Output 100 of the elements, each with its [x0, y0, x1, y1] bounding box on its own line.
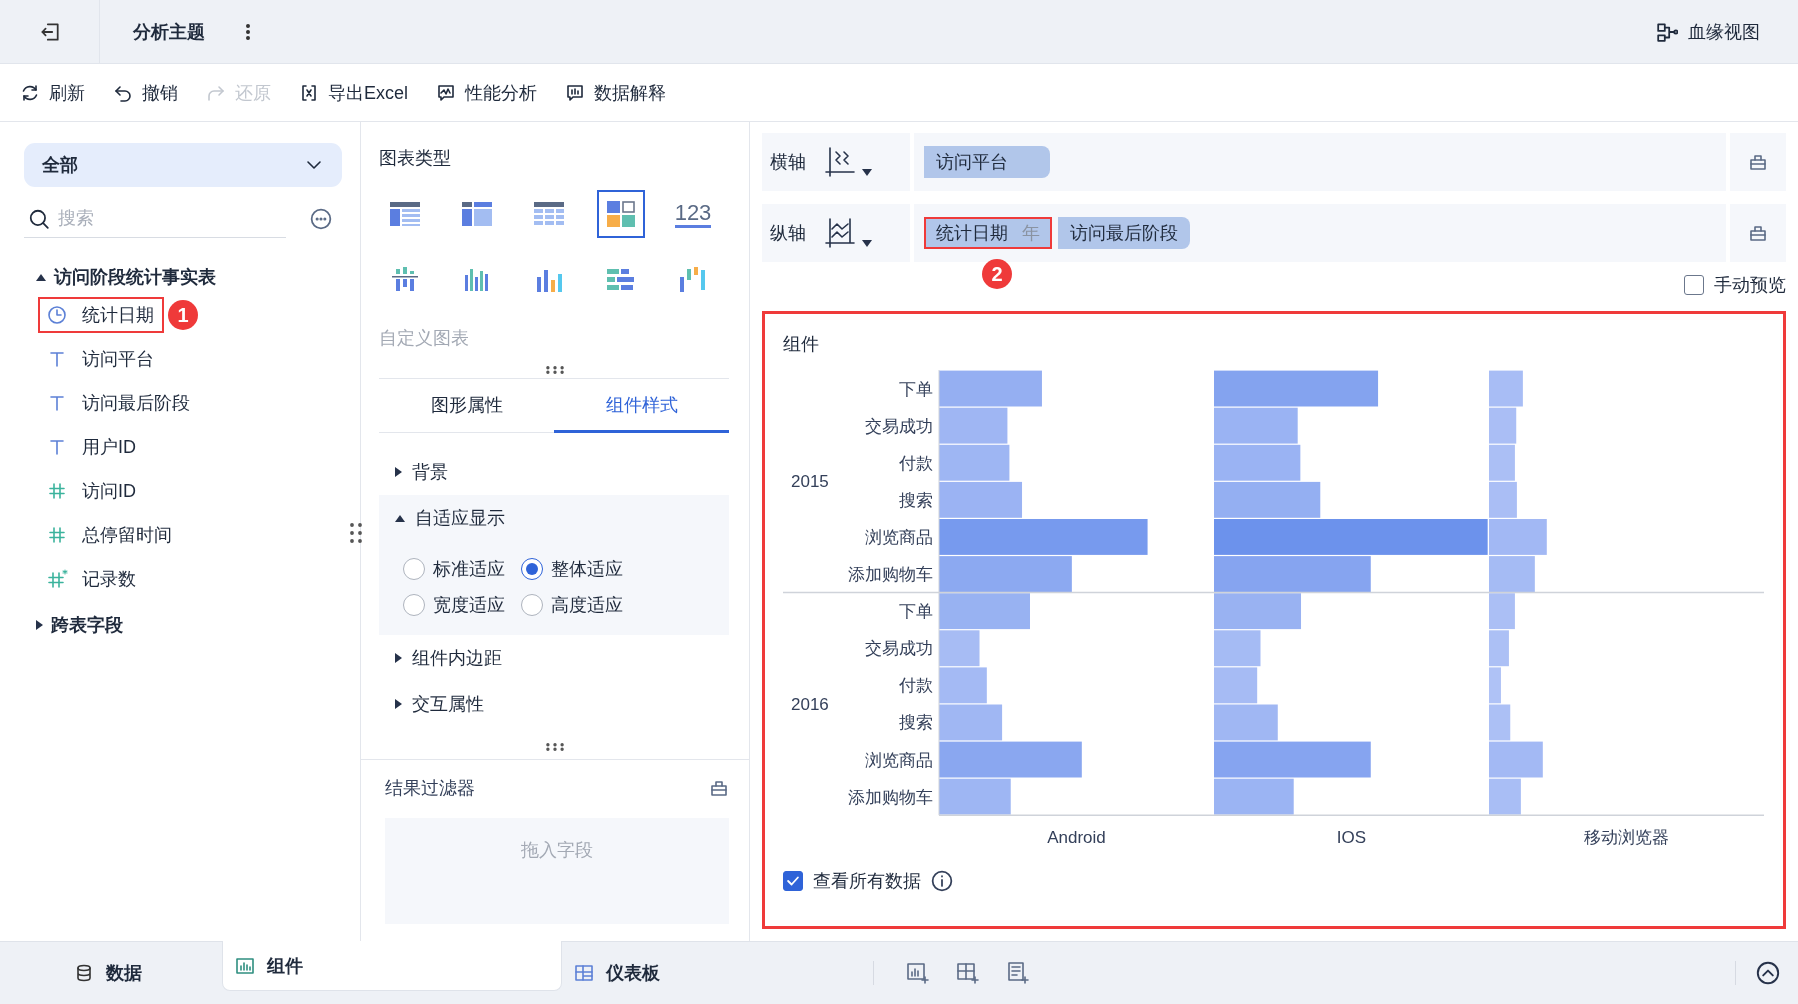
field-item[interactable]: 访问平台 [38, 341, 164, 377]
stage-label: 浏览商品 [865, 750, 933, 770]
toolbar-button[interactable]: 撤销 [113, 80, 178, 105]
stage-label: 交易成功 [865, 416, 933, 436]
toolbar-button[interactable]: 导出Excel [299, 80, 408, 105]
search-icon [28, 208, 50, 230]
bar-chart-icon [565, 82, 585, 103]
dashboard-icon [574, 963, 594, 983]
toolbox-button[interactable] [1730, 204, 1786, 262]
scope-dropdown[interactable]: 全部 [24, 143, 342, 187]
radio-option[interactable]: 宽度适应 [403, 593, 521, 617]
toolbar-button[interactable]: 数据解释 [565, 80, 666, 105]
field-item[interactable]: 总停留时间 [38, 517, 182, 553]
info-icon [931, 870, 953, 892]
bar [1489, 370, 1523, 407]
section-title: 图表类型 [378, 147, 452, 170]
text-type-icon [47, 437, 67, 457]
more-button[interactable] [310, 208, 332, 230]
chart-monitor-icon [436, 82, 456, 103]
radio-button[interactable] [403, 594, 425, 616]
toolbox-button[interactable] [1730, 133, 1786, 191]
platform-label: Android [1047, 828, 1106, 848]
radio-option[interactable]: 标准适应 [403, 557, 521, 581]
stage-label: 添加购物车 [848, 565, 933, 585]
radio-button[interactable] [403, 558, 425, 580]
stage-label: 交易成功 [865, 639, 933, 659]
bar-chart-icon [235, 955, 255, 976]
hash-icon [47, 481, 67, 501]
radio-button[interactable] [521, 594, 543, 616]
chevron-up-icon [1756, 961, 1780, 985]
add-dashboard-button[interactable] [956, 961, 980, 985]
tab[interactable]: 组件样式 [554, 379, 729, 433]
field-pill[interactable]: 访问最后阶段 [1058, 217, 1190, 249]
hash-star-icon [46, 569, 68, 589]
collapse-button[interactable] [1756, 961, 1780, 985]
spreadsheet-icon [299, 82, 319, 103]
more-icon [310, 208, 332, 230]
view-all-checkbox[interactable]: 查看所有数据 [783, 869, 921, 893]
bar [939, 444, 1010, 481]
table-name: 跨表字段 [51, 614, 123, 637]
radio-option[interactable]: 高度适应 [521, 593, 639, 617]
caret-icon[interactable] [36, 273, 46, 281]
field-pill[interactable]: 访问平台 [924, 146, 1050, 178]
stage-label: 添加购物车 [848, 787, 933, 807]
add-list-icon [1006, 961, 1030, 985]
bar [1489, 444, 1515, 481]
page-title: 分析主题 [133, 20, 205, 44]
toolbar-button[interactable]: 性能分析 [436, 80, 537, 105]
platform-label: IOS [1336, 828, 1367, 848]
field-item[interactable]: 访问ID [38, 473, 146, 509]
lineage-icon [1656, 20, 1678, 43]
radio-button[interactable] [521, 558, 543, 580]
table-name: 访问阶段统计事实表 [54, 266, 216, 289]
refresh-icon [20, 82, 40, 103]
axis-type-button[interactable] [824, 217, 872, 249]
toolbox-icon [1748, 223, 1768, 243]
step-badge: 1 [168, 300, 198, 330]
stage-label: 付款 [899, 676, 933, 696]
table-icon [388, 199, 422, 229]
bottom-tab[interactable]: 组件 [222, 941, 562, 991]
axis-icon [824, 217, 856, 249]
toolbar-button[interactable]: 刷新 [20, 80, 85, 105]
toolbox-icon [1748, 152, 1768, 172]
chart-type-button[interactable] [597, 190, 645, 238]
check-icon [786, 874, 800, 888]
axis-label: 横轴 [770, 151, 806, 174]
chart-type-button[interactable]: 123 [669, 190, 717, 238]
field-pill[interactable]: 统计日期 年 [924, 217, 1052, 249]
custom-chart-label: 自定义图表 [379, 327, 470, 350]
section-header[interactable]: 交互属性 [379, 681, 729, 727]
section-header[interactable]: 背景 [379, 449, 729, 495]
toolbox-icon [709, 778, 729, 798]
field-item[interactable]: 记录数 [38, 561, 146, 597]
add-widget-button[interactable] [906, 961, 930, 985]
bottom-tab[interactable]: 数据 [0, 949, 222, 997]
crosstab-icon [460, 199, 494, 229]
search-field[interactable]: 搜索 [24, 200, 286, 238]
axis-type-button[interactable] [824, 146, 872, 178]
drag-handle-icon [544, 743, 566, 751]
lineage-button[interactable]: 血缘视图 [1650, 18, 1766, 45]
add-chart-icon [906, 961, 930, 985]
add-report-button[interactable] [1006, 961, 1030, 985]
caret-icon[interactable] [36, 620, 43, 630]
bottom-tab[interactable]: 仪表板 [562, 949, 660, 997]
tab[interactable]: 图形属性 [379, 379, 554, 433]
manual-preview-checkbox[interactable]: 手动预览 [1684, 273, 1786, 297]
bar [1489, 407, 1517, 444]
more-icon [245, 22, 251, 41]
field-item[interactable]: 统计日期 [38, 297, 164, 333]
field-item[interactable]: 用户ID [38, 429, 146, 465]
text-type-icon [47, 393, 67, 413]
axis-label: 纵轴 [770, 222, 806, 245]
radio-option[interactable]: 整体适应 [521, 557, 639, 581]
section-header[interactable]: 组件内边距 [379, 635, 729, 681]
database-icon [74, 963, 94, 983]
section-header[interactable]: 自适应显示 [379, 495, 729, 541]
field-item[interactable]: 访问最后阶段 [38, 385, 200, 421]
toolbox-button[interactable] [709, 778, 729, 798]
stage-label: 搜索 [899, 490, 933, 510]
platform-label: 移动浏览器 [1584, 828, 1669, 848]
